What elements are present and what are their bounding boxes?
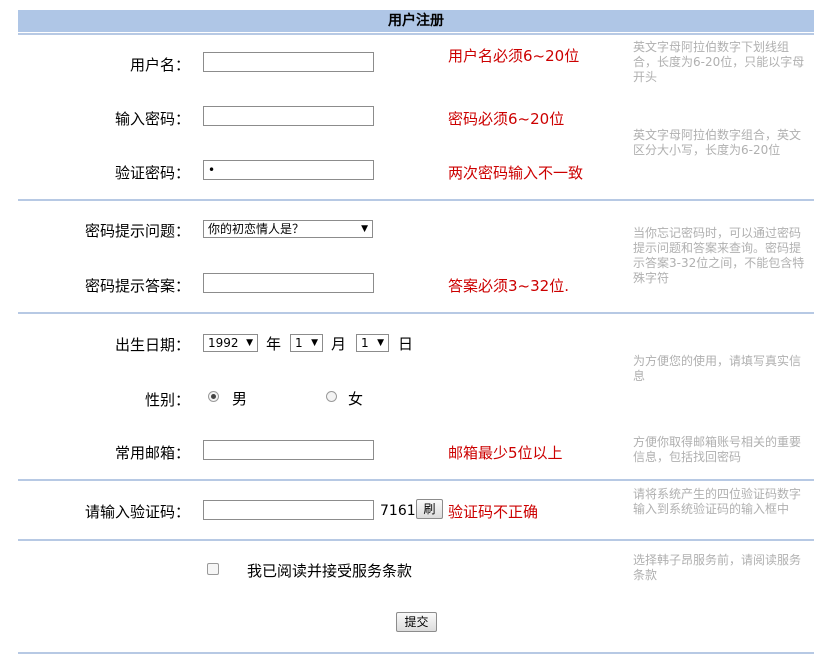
birth-month-select[interactable]: 1 ▼ <box>290 334 323 352</box>
email-label: 常用邮箱： <box>114 444 190 462</box>
terms-hint: 选择韩子昂服务前，请阅读服务条款 <box>633 553 802 582</box>
email-input[interactable] <box>203 440 374 460</box>
captcha-refresh-button[interactable]: 刷 <box>416 499 443 519</box>
answer-label: 密码提示答案： <box>84 277 190 295</box>
password-label: 输入密码： <box>114 110 190 128</box>
email-hint: 方便你取得邮箱账号相关的重要信息，包括找回密码 <box>633 435 802 464</box>
password-hint: 英文字母阿拉伯数字组合，英文区分大小写，长度为6-20位 <box>633 128 802 157</box>
username-error: 用户名必须6~20位 <box>448 47 580 65</box>
username-hint: 英文字母阿拉伯数字下划线组合，长度为6-20位，只能以字母开头 <box>633 40 805 84</box>
gender-male-radio[interactable] <box>208 391 219 402</box>
captcha-input[interactable] <box>203 500 374 520</box>
confirm-password-label: 验证密码： <box>114 164 190 182</box>
form-title: 用户注册 <box>18 10 814 32</box>
gender-male-label: 男 <box>232 390 248 408</box>
year-unit: 年 <box>266 335 282 353</box>
username-label: 用户名： <box>129 56 190 74</box>
birth-month-value: 1 <box>295 336 303 350</box>
gender-label: 性别： <box>144 391 190 409</box>
gender-female-radio[interactable] <box>326 391 337 402</box>
birthday-hint: 为方便您的使用，请填写真实信息 <box>633 354 802 383</box>
question-label: 密码提示问题： <box>84 222 190 240</box>
question-selected: 你的初恋情人是？ <box>208 222 305 236</box>
separator <box>18 312 814 314</box>
gender-female-label: 女 <box>348 390 364 408</box>
separator <box>18 652 814 654</box>
email-error: 邮箱最少5位以上 <box>448 444 563 462</box>
confirm-password-error: 两次密码输入不一致 <box>448 164 584 182</box>
confirm-password-input[interactable]: • <box>203 160 374 180</box>
captcha-error: 验证码不正确 <box>448 503 539 521</box>
captcha-code: 7161 <box>380 503 416 519</box>
day-unit: 日 <box>398 335 414 353</box>
birth-year-select[interactable]: 1992 ▼ <box>203 334 258 352</box>
month-unit: 月 <box>331 335 347 353</box>
dropdown-arrow-icon: ▼ <box>377 338 384 348</box>
username-input[interactable] <box>203 52 374 72</box>
birth-day-select[interactable]: 1 ▼ <box>356 334 389 352</box>
captcha-label: 请输入验证码： <box>84 503 190 521</box>
question-select[interactable]: 你的初恋情人是？ ▼ <box>203 220 373 238</box>
dropdown-arrow-icon: ▼ <box>246 338 253 348</box>
captcha-hint: 请将系统产生的四位验证码数字输入到系统验证码的输入框中 <box>633 487 802 516</box>
answer-error: 答案必须3~32位. <box>448 277 569 295</box>
terms-checkbox[interactable] <box>207 563 219 575</box>
birth-day-value: 1 <box>361 336 369 350</box>
question-hint: 当你忘记密码时，可以通过密码提示问题和答案来查询。密码提示答案3-32位之间，不… <box>633 226 805 285</box>
separator <box>18 479 814 481</box>
terms-label: 我已阅读并接受服务条款 <box>247 562 413 580</box>
answer-input[interactable] <box>203 273 374 293</box>
dropdown-arrow-icon: ▼ <box>361 224 368 234</box>
separator <box>18 199 814 201</box>
separator <box>18 33 814 35</box>
birth-year-value: 1992 <box>208 336 239 350</box>
birthday-label: 出生日期： <box>114 336 190 354</box>
submit-button[interactable]: 提交 <box>396 612 437 632</box>
password-input[interactable] <box>203 106 374 126</box>
separator <box>18 539 814 541</box>
dropdown-arrow-icon: ▼ <box>311 338 318 348</box>
password-error: 密码必须6~20位 <box>448 110 565 128</box>
